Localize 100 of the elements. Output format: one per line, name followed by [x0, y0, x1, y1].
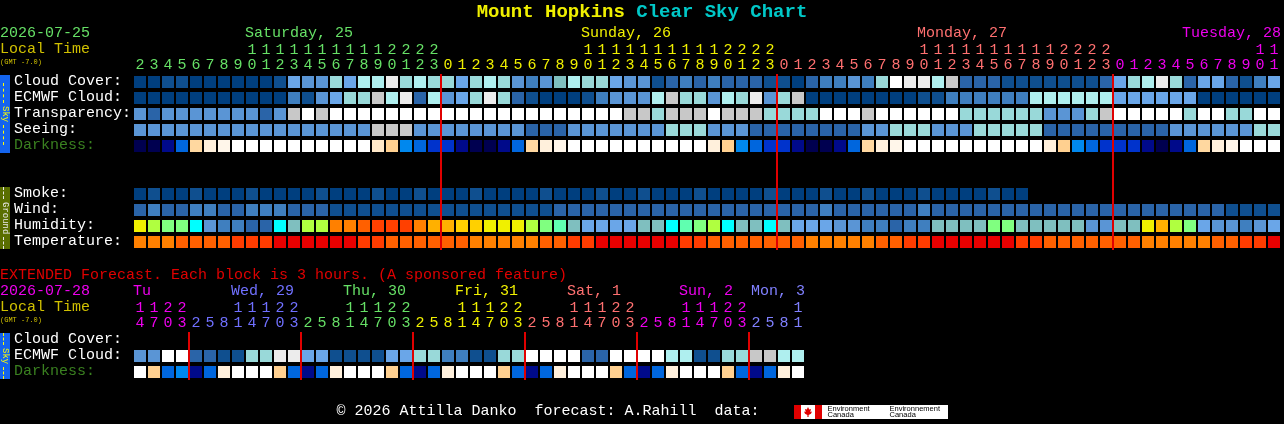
hour-label: 10	[1255, 43, 1265, 74]
hour-label: 8	[555, 316, 565, 332]
row-label: Smoke:	[13, 186, 69, 202]
day-label: Tu	[133, 284, 152, 300]
hour-label: 3	[821, 58, 831, 74]
hour-label: 9	[905, 58, 915, 74]
hour-label: 5	[653, 316, 663, 332]
hour-label: 20	[611, 301, 621, 332]
hour-label: 18	[359, 43, 369, 74]
hour-label: 17	[709, 301, 719, 332]
row-label: ECMWF Cloud:	[13, 348, 124, 364]
hour-label: 15	[653, 43, 663, 74]
hour-label: 1	[1129, 58, 1139, 74]
row-label: Cloud Cover:	[13, 332, 124, 348]
hour-label: 1	[793, 58, 803, 74]
hour-label: 13	[625, 43, 635, 74]
hour-label: 11	[793, 301, 803, 332]
hour-label: 5	[541, 316, 551, 332]
hour-label: 20	[387, 301, 397, 332]
hour-label: 0	[1115, 58, 1125, 74]
flag-icon	[793, 405, 822, 419]
hour-label: 6	[863, 58, 873, 74]
hour-label: 9	[1241, 58, 1251, 74]
hour-label: 17	[1017, 43, 1027, 74]
hour-label: 6	[1199, 58, 1209, 74]
hour-label: 5	[177, 58, 187, 74]
hour-label: 3	[1157, 58, 1167, 74]
hour-label: 21	[737, 43, 747, 74]
hour-label: 14	[975, 43, 985, 74]
hour-label: 23	[289, 301, 299, 332]
hour-label: 6	[191, 58, 201, 74]
hour-label: 20	[723, 43, 733, 74]
hour-label: 14	[695, 301, 705, 332]
row-label: Cloud Cover:	[13, 74, 124, 90]
hour-label: 23	[737, 301, 747, 332]
hour-label: 3	[149, 58, 159, 74]
hour-label: 20	[387, 43, 397, 74]
hour-label: 8	[219, 316, 229, 332]
row-label: Darkness:	[13, 138, 96, 154]
row-label: ECMWF Cloud:	[13, 90, 124, 106]
row-label: Wind:	[13, 202, 60, 218]
hour-label: 22	[751, 43, 761, 74]
hour-label: 6	[527, 58, 537, 74]
hour-label: 2	[527, 316, 537, 332]
hour-label: 2	[1143, 58, 1153, 74]
hour-label: 2	[303, 316, 313, 332]
hour-label: 9	[233, 58, 243, 74]
hour-label: 0	[779, 58, 789, 74]
hour-label: 2	[807, 58, 817, 74]
hour-label: 17	[597, 301, 607, 332]
hour-label: 5	[317, 316, 327, 332]
hour-label: 3	[485, 58, 495, 74]
hour-label: 8	[555, 58, 565, 74]
hour-label: 8	[667, 316, 677, 332]
hour-label: 14	[303, 43, 313, 74]
hour-label: 17	[485, 301, 495, 332]
hour-label: 2	[415, 316, 425, 332]
hour-label: 11	[1269, 43, 1279, 74]
hour-label: 20	[275, 301, 285, 332]
hour-label: 11	[569, 301, 579, 332]
day-label: Sunday, 26	[580, 26, 672, 42]
hour-label: 5	[765, 316, 775, 332]
hour-label: 5	[849, 58, 859, 74]
hour-label: 2	[471, 58, 481, 74]
extended-notice: EXTENDED Forecast. Each block is 3 hours. (A sponsored feature)	[0, 268, 569, 284]
hour-label: 15	[989, 43, 999, 74]
hour-label: 23	[401, 301, 411, 332]
hour-label: 13	[961, 43, 971, 74]
hour-label: 11	[597, 43, 607, 74]
hour-label: 21	[401, 43, 411, 74]
row-label: Temperature:	[13, 234, 124, 250]
hour-label: 8	[1227, 58, 1237, 74]
hour-label: 7	[1213, 58, 1223, 74]
day-label: Monday, 27	[916, 26, 1008, 42]
chart-title: Mount Hopkins Clear Sky Chart	[475, 0, 809, 25]
hour-label: 10	[919, 43, 929, 74]
hour-label: 8	[331, 316, 341, 332]
hour-label: 4	[1171, 58, 1181, 74]
forecast-date: 2026-07-28	[0, 284, 91, 300]
hour-label: 5	[429, 316, 439, 332]
hour-label: 23	[429, 43, 439, 74]
hour-label: 18	[695, 43, 705, 74]
hour-label: 11	[345, 301, 355, 332]
row-label: Transparency:	[13, 106, 133, 122]
hour-label: 4	[163, 58, 173, 74]
row-label: Humidity:	[13, 218, 96, 234]
hour-label: 20	[1059, 43, 1069, 74]
hour-label: 19	[373, 43, 383, 74]
hour-label: 22	[415, 43, 425, 74]
hour-label: 8	[219, 58, 229, 74]
hour-label: 11	[261, 43, 271, 74]
day-label: Saturday, 25	[244, 26, 355, 42]
hour-label: 8	[779, 316, 789, 332]
hour-label: 21	[1073, 43, 1083, 74]
hour-label: 8	[891, 58, 901, 74]
hour-label: 8	[443, 316, 453, 332]
hour-label: 4	[499, 58, 509, 74]
hour-label: 14	[247, 301, 257, 332]
hour-label: 4	[835, 58, 845, 74]
hour-label: 7	[205, 58, 215, 74]
